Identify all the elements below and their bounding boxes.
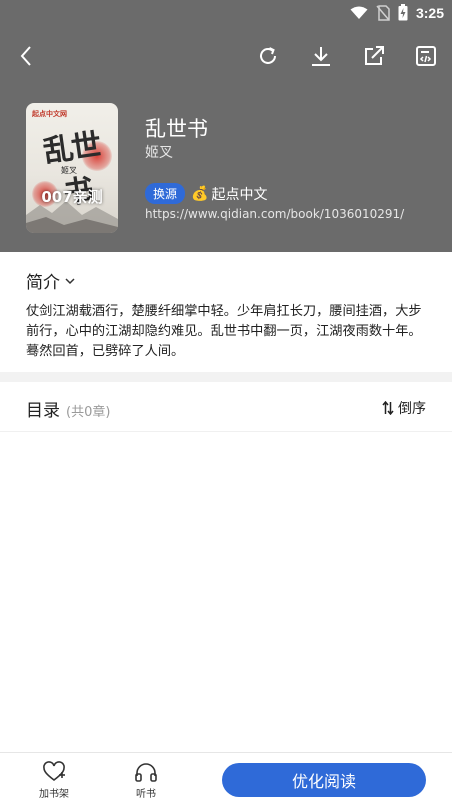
add-to-shelf-button[interactable]: 加书架 — [24, 761, 84, 800]
battery-charging-icon — [398, 4, 408, 21]
edit-source-button[interactable] — [412, 42, 440, 70]
source-name-label: 起点中文 — [211, 186, 268, 203]
book-cover[interactable]: 起点中文网 乱世书 姬叉 007亲测 — [26, 103, 118, 233]
top-toolbar — [0, 25, 452, 87]
toc-header: 目录 (共0章) — [26, 396, 110, 421]
headphones-icon — [135, 763, 157, 782]
status-time: 3:25 — [415, 4, 444, 21]
section-divider — [0, 372, 452, 382]
listen-button[interactable]: 听书 — [116, 761, 176, 800]
sort-arrows-icon — [382, 401, 394, 415]
edit-source-icon — [416, 46, 436, 66]
wifi-icon — [350, 6, 368, 19]
bottom-action-bar: 加书架 听书 优化阅读 — [0, 752, 452, 805]
toc-heading: 目录 — [26, 401, 60, 421]
book-header: 起点中文网 乱世书 姬叉 007亲测 乱世书 姬叉 换源 💰 起点中文 http… — [0, 87, 452, 252]
download-button[interactable] — [307, 42, 335, 70]
intro-heading: 简介 — [26, 273, 60, 293]
intro-text: 仗剑江湖载酒行，楚腰纤细掌中轻。少年肩扛长刀，腰间挂酒，大步前行，心中的江湖却隐… — [26, 304, 422, 359]
sort-label: 倒序 — [398, 401, 426, 417]
cover-overlay-text: 007亲测 — [41, 188, 103, 206]
book-title: 乱世书 — [145, 117, 208, 141]
share-icon — [365, 46, 384, 65]
source-row: 换源 💰 起点中文 — [145, 183, 267, 204]
sort-toggle-button[interactable]: 倒序 — [382, 398, 426, 418]
toc-divider — [0, 431, 452, 432]
intro-toggle[interactable]: 简介 — [26, 268, 76, 293]
share-button[interactable] — [360, 42, 388, 70]
heart-plus-icon — [43, 761, 65, 782]
cover-author-art: 姬叉 — [61, 166, 77, 175]
optimized-read-button[interactable]: 优化阅读 — [222, 763, 426, 797]
listen-label: 听书 — [136, 789, 156, 800]
cover-badge: 起点中文网 — [32, 110, 67, 118]
swap-source-button[interactable]: 换源 — [145, 183, 186, 204]
add-to-shelf-label: 加书架 — [39, 789, 69, 800]
back-arrow-icon — [20, 46, 31, 66]
chevron-down-icon — [65, 277, 75, 284]
download-icon — [312, 47, 330, 66]
back-button[interactable] — [12, 42, 40, 70]
money-bag-icon: 💰 — [191, 185, 209, 202]
no-sim-icon — [376, 4, 390, 21]
refresh-icon — [260, 47, 276, 64]
refresh-button[interactable] — [254, 42, 282, 70]
book-author[interactable]: 姬叉 — [145, 142, 173, 162]
source-name: 💰 起点中文 — [191, 184, 267, 204]
book-url[interactable]: https://www.qidian.com/book/1036010291/ — [145, 207, 404, 221]
toc-count: (共0章) — [66, 405, 111, 420]
status-bar: 3:25 — [0, 0, 452, 25]
